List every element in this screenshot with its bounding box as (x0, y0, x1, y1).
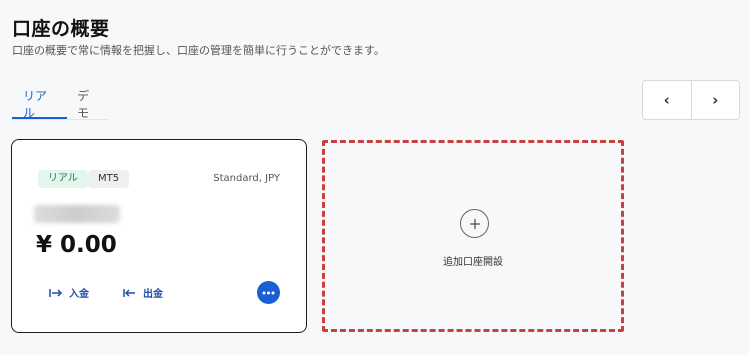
withdraw-icon (123, 288, 135, 297)
account-card[interactable]: リアル MT5 Standard, JPY ¥ 0.00 入金 出金 (11, 139, 307, 333)
page-title: 口座の概要 (12, 18, 110, 40)
withdraw-label: 出金 (143, 289, 163, 300)
plus-icon (460, 209, 489, 238)
more-options-button[interactable] (257, 281, 280, 304)
deposit-label: 入金 (69, 289, 89, 300)
add-account-label: 追加口座開設 (443, 257, 503, 268)
chevron-left-icon: ‹ (663, 91, 670, 109)
account-balance: ¥ 0.00 (36, 232, 117, 258)
page-subtitle: 口座の概要で常に情報を把握し、口座の管理を簡単に行うことができます。 (12, 44, 385, 57)
add-account-card[interactable]: 追加口座開設 (322, 140, 624, 332)
account-type: Standard, JPY (213, 173, 280, 184)
prev-button[interactable]: ‹ (643, 81, 691, 119)
ellipsis-icon (262, 291, 275, 294)
pager: ‹ › (642, 80, 740, 120)
withdraw-button[interactable]: 出金 (123, 285, 163, 300)
chevron-right-icon: › (712, 91, 719, 109)
tab-real[interactable]: リアル (12, 79, 68, 120)
account-tabs: リアル デモ (12, 80, 108, 120)
next-button[interactable]: › (690, 81, 740, 119)
badge-real: リアル (38, 170, 88, 188)
deposit-button[interactable]: 入金 (49, 285, 89, 300)
account-number-blurred (34, 205, 120, 223)
tab-demo[interactable]: デモ (67, 79, 108, 120)
deposit-icon (49, 288, 63, 297)
badge-platform: MT5 (88, 170, 130, 188)
